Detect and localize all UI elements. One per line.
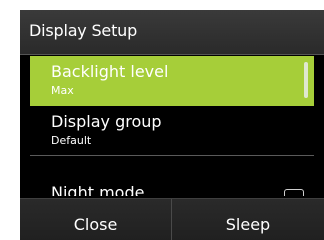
menu-item-backlight-level[interactable]: Backlight level Max [30, 56, 314, 106]
menu-item-label: Display group [51, 112, 162, 131]
dialog-footer: Close Sleep [20, 198, 324, 240]
display-setup-dialog: Display Setup Backlight level Max Displa… [20, 10, 324, 240]
scrollbar-thumb[interactable] [304, 62, 308, 98]
menu-item-value: Max [51, 84, 74, 97]
dialog-header: Display Setup [20, 10, 324, 55]
settings-menu: Backlight level Max Display group Defaul… [20, 56, 324, 196]
menu-item-label: Backlight level [51, 62, 169, 81]
dialog-title: Display Setup [29, 21, 138, 40]
close-button[interactable]: Close [20, 199, 172, 240]
sleep-button[interactable]: Sleep [172, 199, 324, 240]
menu-item-night-mode[interactable]: Night mode [30, 177, 314, 196]
menu-item-value: Default [51, 134, 92, 147]
night-mode-checkbox[interactable] [284, 189, 304, 196]
sleep-button-label: Sleep [225, 215, 271, 234]
menu-item-label: Night mode [51, 183, 145, 196]
menu-item-display-group[interactable]: Display group Default [30, 106, 314, 156]
close-button-label: Close [73, 215, 118, 234]
